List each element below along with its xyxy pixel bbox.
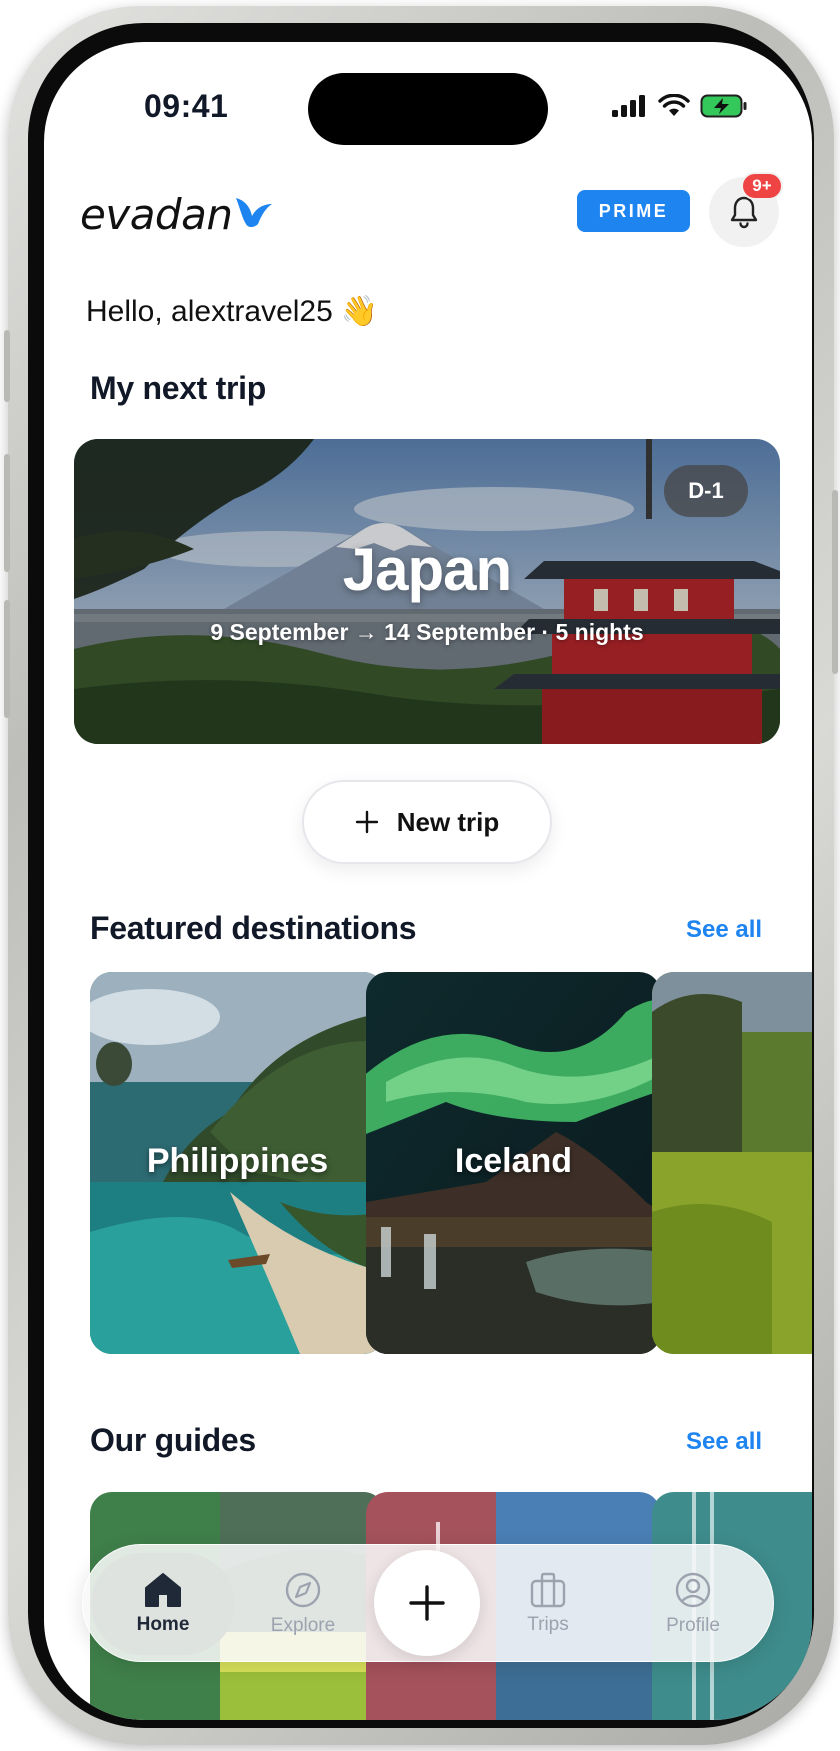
greeting-text: Hello, alextravel25 <box>86 294 333 328</box>
status-time: 09:41 <box>144 88 229 124</box>
destination-image-partial <box>652 972 812 1354</box>
new-trip-button[interactable]: New trip <box>302 780 552 864</box>
logo-wordmark: evadan <box>80 190 233 239</box>
app-logo[interactable]: evadan <box>80 190 274 239</box>
destination-card-philippines[interactable]: Philippines <box>90 972 385 1354</box>
plus-icon <box>409 1585 445 1621</box>
nav-profile[interactable]: Profile <box>623 1545 763 1663</box>
add-button[interactable] <box>374 1550 480 1656</box>
notification-count-badge: 9+ <box>741 172 783 200</box>
bell-icon <box>730 196 758 229</box>
waving-hand-emoji: 👋 <box>340 295 379 328</box>
dynamic-island <box>308 73 548 145</box>
trip-countdown-badge: D-1 <box>664 465 748 517</box>
prime-badge[interactable]: PRIME <box>577 190 690 232</box>
new-trip-label: New trip <box>396 806 500 837</box>
guides-see-all-link[interactable]: See all <box>686 1428 762 1456</box>
screen: 09:41 evadan PRIME 9+ Hello, alextravel2… <box>44 42 812 1720</box>
nav-explore-label: Explore <box>270 1615 336 1636</box>
destination-name: Philippines <box>146 1142 329 1180</box>
destination-card-partial[interactable] <box>652 972 812 1354</box>
nav-trips[interactable]: Trips <box>483 1545 613 1663</box>
action-button <box>4 330 10 402</box>
compass-icon <box>285 1572 321 1608</box>
nav-explore[interactable]: Explore <box>235 1545 371 1663</box>
greeting: Hello, alextravel25 👋 <box>86 294 378 329</box>
next-trip-title: My next trip <box>90 370 266 406</box>
nav-home[interactable]: Home <box>91 1545 235 1663</box>
power-button <box>832 490 838 674</box>
suitcase-icon <box>530 1572 566 1608</box>
trip-destination: Japan <box>342 536 512 603</box>
bird-logo-icon <box>236 197 273 227</box>
next-trip-card[interactable]: Japan 9 September → 14 September · 5 nig… <box>74 439 780 744</box>
battery-charging-icon <box>700 94 747 118</box>
nav-home-label: Home <box>136 1614 190 1635</box>
nav-trips-label: Trips <box>527 1614 569 1635</box>
guides-title: Our guides <box>90 1422 256 1458</box>
nav-profile-label: Profile <box>666 1615 720 1636</box>
status-icons <box>612 94 748 118</box>
featured-see-all-link[interactable]: See all <box>686 916 762 944</box>
volume-down-button <box>4 600 10 718</box>
phone-frame: 09:41 evadan PRIME 9+ Hello, alextravel2… <box>4 6 838 1745</box>
cellular-signal-icon <box>612 95 645 117</box>
home-icon <box>145 1573 181 1607</box>
wifi-icon <box>658 94 690 116</box>
trip-dates: 9 September → 14 September · 5 nights <box>210 619 644 645</box>
featured-title: Featured destinations <box>90 910 417 946</box>
destination-card-iceland[interactable]: Iceland <box>366 972 661 1354</box>
plus-icon <box>355 810 378 834</box>
destination-name: Iceland <box>454 1142 573 1180</box>
volume-up-button <box>4 454 10 572</box>
user-circle-icon <box>675 1572 711 1608</box>
